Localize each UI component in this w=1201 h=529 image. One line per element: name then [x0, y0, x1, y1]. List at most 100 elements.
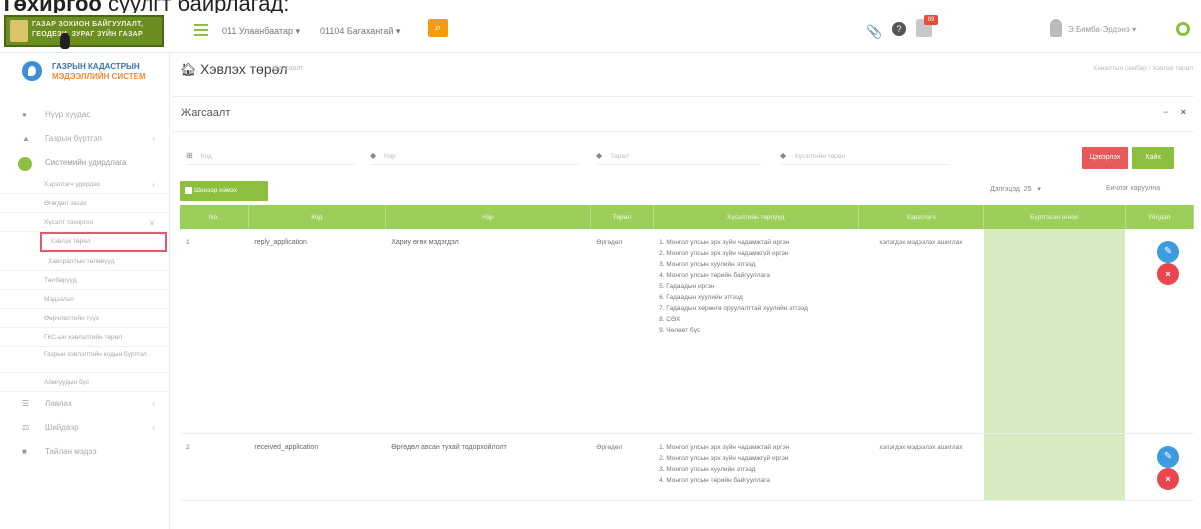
sidebar-subitem-request-settings[interactable]: Хүсэлт тохиргоо ∨	[0, 213, 170, 232]
sidebar-item-home[interactable]: ● Нүүр хуудас	[0, 103, 170, 127]
sidebar-item-system-admin[interactable]: Системийн удирдлага	[0, 151, 170, 175]
minimize-icon[interactable]: −	[1163, 107, 1168, 117]
cell-name: Хариу өгөх мэдэгдэл	[385, 229, 591, 434]
agency-logo[interactable]: ГАЗАР ЗОХИОН БАЙГУУЛАЛТ, ГЕОДЕЗИ, ЗУРАГ …	[4, 15, 164, 47]
emblem-icon	[10, 20, 28, 42]
sidebar-item-label: Тайлан мэдээ	[45, 447, 97, 456]
sidebar-subitem-info[interactable]: Мэдээлэл	[0, 290, 170, 309]
chevron-left-icon: ‹	[152, 134, 155, 143]
sidebar: ГАЗРЫН КАДАСТРЫН МЭДЭЭЛЛИЙН СИСТЕМ ● Нүү…	[0, 53, 170, 529]
gavel-icon: ⚖	[22, 423, 30, 432]
document-caption: Төхиргоо суулгт байрлагад:	[0, 0, 289, 16]
code-filter-input[interactable]: ⊞ Код	[186, 147, 356, 165]
clear-button[interactable]: Цэвэрлэх	[1082, 147, 1128, 169]
sidebar-subitem-label: Газрын хэвлэлтийн кодын бүртгэл	[44, 351, 147, 358]
list-icon: ☰	[22, 399, 30, 408]
data-table: No. Код Нэр Төрөл Хүсэлтийн төрлүүд Хэрэ…	[180, 205, 1195, 501]
chevron-left-icon: ‹	[152, 180, 155, 189]
user-menu[interactable]: Э.Бямба-Эрдэнэ ▾	[1068, 25, 1136, 34]
add-new-button[interactable]: Шинээр нэмэх	[180, 181, 268, 201]
gear-icon[interactable]	[1176, 22, 1190, 36]
cell-actions: ✎ ×	[1125, 229, 1194, 434]
brand: ГАЗРЫН КАДАСТРЫН МЭДЭЭЛЛИЙН СИСТЕМ	[22, 61, 172, 87]
sidebar-subitem-label: Төлбөрүүд	[44, 277, 77, 284]
records-label: Бичлэг харуулна	[1106, 185, 1161, 192]
paperclip-icon[interactable]: 📎	[866, 24, 882, 40]
sidebar-subitem-label: Хэвлэх төрөл	[50, 238, 91, 245]
sidebar-subitem-label: Өгөгдөл засах	[44, 200, 87, 207]
table-header-row: No. Код Нэр Төрөл Хүсэлтийн төрлүүд Хэрэ…	[180, 205, 1195, 229]
delete-button[interactable]: ×	[1157, 467, 1180, 490]
cell-request-types: 1. Монгол улсын эрх зүйн чадамжтай иргэн…	[653, 433, 859, 501]
sidebar-subitem-label: Хүсэлт тохиргоо	[44, 219, 94, 226]
sidebar-subitem-attachment-status[interactable]: Хавсралтын төлөвүүд	[0, 252, 170, 271]
cell-no: 2	[180, 433, 249, 501]
panel-controls: − ×	[1153, 107, 1186, 117]
filter-row: ⊞ Код ◆ Нэр ◆ Төрөл ◆ Хүсэлтийн төрөл Цэвэрл…	[172, 137, 1194, 171]
user-avatar[interactable]	[1050, 19, 1062, 37]
cog-icon	[18, 157, 32, 171]
chevron-left-icon: ‹	[152, 423, 155, 432]
column-header[interactable]: Код	[248, 205, 386, 229]
column-header[interactable]: Үйлдэл	[1125, 205, 1195, 229]
mouse-cursor-icon	[60, 33, 70, 49]
table-row: 1 reply_application Хариу өгөх мэдэгдэл …	[180, 229, 1194, 434]
page-size-select[interactable]: Дэлгэцэд 25 ▾	[990, 185, 1041, 193]
sidebar-subitem-gks-print[interactable]: ГКС-ын хэвлэлтийн төрөл	[0, 328, 170, 347]
cell-actions: ✎ ×	[1125, 433, 1194, 501]
column-header[interactable]: Бүртгэсэн огноо	[983, 205, 1126, 229]
help-icon[interactable]: ?	[892, 22, 906, 36]
menu-toggle-icon[interactable]	[194, 24, 208, 39]
sidebar-item-reports[interactable]: ■ Тайлан мэдээ	[0, 440, 170, 464]
table-row: 2 received_application Өргөдөл авсан тух…	[180, 433, 1194, 501]
sidebar-subitem-fees[interactable]: Төлбөрүүд	[0, 271, 170, 290]
name-filter-input[interactable]: ◆ Нэр	[370, 147, 580, 165]
search-button[interactable]: Хайх	[1132, 147, 1174, 169]
sidebar-item-land-registry[interactable]: ▲ Газрын бүртгэл ‹	[0, 127, 170, 151]
delete-button[interactable]: ×	[1157, 263, 1180, 285]
sidebar-subitem-print-type[interactable]: Хэвлэх төрөл	[40, 232, 167, 252]
tag-icon: ◆	[370, 151, 377, 160]
sidebar-item-decision[interactable]: ⚖ Шийдвэр ‹	[0, 416, 170, 440]
search-button[interactable]: ⌕	[428, 19, 448, 37]
panel-title: Жагсаалт	[181, 107, 231, 119]
user-icon: ▲	[22, 134, 30, 143]
pencil-icon: ✎	[1163, 246, 1173, 257]
category-filter-input[interactable]: ◆ Хүсэлтийн төрөл	[780, 147, 950, 165]
column-header[interactable]: Хүсэлтийн төрлүүд	[653, 205, 859, 229]
sidebar-nav: ● Нүүр хуудас ▲ Газрын бүртгэл ‹ Системи…	[0, 103, 170, 464]
sidebar-subitem-history[interactable]: Өөрчлөлтийн түүх	[0, 309, 170, 328]
cell-date	[983, 229, 1126, 434]
sidebar-subitem-users[interactable]: Хэрэглэгч удирдах ‹	[0, 175, 170, 194]
sidebar-subitem-label: ГКС-ын хэвлэлтийн төрөл	[44, 334, 123, 341]
tag-icon: ◆	[780, 151, 787, 160]
logo-line2: ГЕОДЕЗИ, ЗУРАГ ЗҮЙН ГАЗАР	[32, 31, 143, 38]
column-header[interactable]: Нэр	[385, 205, 591, 229]
cell-user: хэлэгдэх мэдээлэх ашиглах	[858, 433, 984, 501]
district-select[interactable]: 01104 Багахангай ▾	[320, 26, 400, 37]
tag-icon: ◆	[596, 151, 603, 160]
list-toolbar: Шинээр нэмэх Дэлгэцэд 25 ▾ Бичлэг харуул…	[172, 181, 1194, 203]
sidebar-item-reference[interactable]: ☰ Лавлах ‹	[0, 392, 170, 416]
cell-type: Өргөдөл	[590, 229, 654, 434]
brand-line2: МЭДЭЭЛЛИЙН СИСТЕМ	[52, 72, 146, 81]
sidebar-subitem-province-zones[interactable]: Аймгуудын бүс	[0, 373, 170, 392]
edit-button[interactable]: ✎	[1157, 241, 1180, 263]
chevron-down-icon: ∨	[149, 218, 155, 227]
column-header[interactable]: Хэрэглэгч	[858, 205, 985, 229]
divider	[172, 131, 1194, 132]
edit-button[interactable]: ✎	[1157, 445, 1180, 468]
city-select[interactable]: 011 Улаанбаатар ▾	[222, 26, 300, 37]
brand-logo-icon	[22, 61, 42, 81]
sidebar-subitem-label: Хавсралтын төлөвүүд	[48, 258, 115, 265]
close-icon[interactable]: ×	[1181, 107, 1186, 117]
sidebar-subitem-label: Өөрчлөлтийн түүх	[44, 315, 100, 322]
sidebar-subitem-data-edit[interactable]: Өгөгдөл засах	[0, 194, 170, 213]
breadcrumb[interactable]: Хяналтын самбар / Хэвлэх төрөл	[1093, 65, 1193, 72]
column-header[interactable]: No.	[180, 205, 249, 229]
cell-code: received_application	[248, 433, 386, 501]
sidebar-subitem-print-code[interactable]: Газрын хэвлэлтийн кодын бүртгэл	[0, 347, 170, 373]
close-icon: ×	[1165, 473, 1171, 484]
column-header[interactable]: Төрөл	[590, 205, 654, 229]
type-filter-input[interactable]: ◆ Төрөл	[596, 147, 761, 165]
